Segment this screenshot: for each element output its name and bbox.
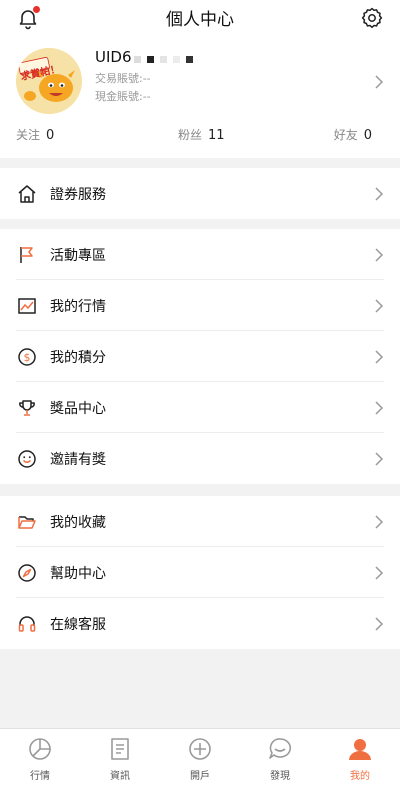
stat-value: 0 [46, 128, 55, 143]
stat-value: 0 [363, 128, 372, 143]
menu-item-my-quotes[interactable]: 我的行情 [0, 280, 400, 331]
user-id-text: UID6 [95, 48, 132, 66]
compass-icon [16, 562, 38, 584]
bottom-tab-bar: 行情 資訊 開戶 發現 我的 [0, 728, 400, 796]
menu-item-label: 活動專區 [50, 247, 106, 264]
tab-quotes[interactable]: 行情 [0, 729, 80, 796]
menu-item-my-points[interactable]: $ 我的積分 [0, 331, 400, 382]
document-icon [106, 735, 134, 763]
tab-label: 開戶 [190, 771, 210, 782]
securities-group: 證券服務 [0, 168, 400, 219]
menu-item-activities[interactable]: 活動專區 [0, 229, 400, 280]
stat-label: 好友 [333, 128, 358, 142]
gear-icon[interactable] [360, 6, 384, 30]
stat-friends[interactable]: 好友 0 [334, 126, 372, 143]
headset-icon [16, 613, 38, 635]
pie-chart-icon [26, 735, 54, 763]
dollar-coin-icon: $ [16, 346, 38, 368]
menu-item-label: 我的積分 [50, 349, 106, 366]
chevron-right-icon [374, 298, 384, 318]
tab-label: 發現 [270, 771, 290, 782]
chevron-right-icon [374, 616, 384, 636]
stat-label: 粉丝 [178, 128, 203, 142]
top-bar: 個人中心 [0, 0, 400, 36]
chevron-right-icon [374, 451, 384, 471]
svg-text:$: $ [24, 351, 31, 364]
plus-circle-icon [186, 735, 214, 763]
chevron-right-icon [374, 565, 384, 585]
flag-icon [16, 244, 38, 266]
menu-item-label: 邀請有獎 [50, 451, 106, 468]
menu-item-label: 在線客服 [50, 616, 106, 633]
menu-item-help-center[interactable]: 幫助中心 [0, 547, 400, 598]
menu-item-label: 證券服務 [50, 186, 106, 203]
menu-item-online-service[interactable]: 在線客服 [0, 598, 400, 649]
trade-account: 交易賬號:-- [95, 72, 151, 85]
menu-item-label: 幫助中心 [50, 565, 106, 582]
menu-item-label: 我的收藏 [50, 514, 106, 531]
avatar[interactable]: 求賞帕！ [16, 48, 82, 114]
chevron-right-icon[interactable] [374, 74, 384, 94]
menu-item-favorites[interactable]: 我的收藏 [0, 496, 400, 547]
tab-mine[interactable]: 我的 [320, 729, 400, 796]
uid-mask [133, 49, 199, 67]
menu-item-invite-rewards[interactable]: 邀請有獎 [0, 433, 400, 484]
menu-item-securities[interactable]: 證券服務 [0, 168, 400, 219]
stat-followers[interactable]: 粉丝 11 [178, 126, 225, 143]
tab-news[interactable]: 資訊 [80, 729, 160, 796]
stat-following[interactable]: 关注 0 [16, 126, 54, 143]
menu-item-label: 獎品中心 [50, 400, 106, 417]
tab-label: 我的 [350, 771, 370, 782]
trophy-icon [16, 397, 38, 419]
menu-item-prize-center[interactable]: 獎品中心 [0, 382, 400, 433]
chevron-right-icon [374, 514, 384, 534]
tab-label: 資訊 [110, 771, 130, 782]
stat-value: 11 [208, 128, 225, 143]
folder-icon [16, 511, 38, 533]
stat-label: 关注 [16, 128, 41, 142]
chat-bubble-icon [266, 735, 294, 763]
chevron-right-icon [374, 400, 384, 420]
person-icon [346, 735, 374, 763]
tab-discover[interactable]: 發現 [240, 729, 320, 796]
chevron-right-icon [374, 247, 384, 267]
user-id: UID6 [95, 48, 199, 67]
support-group: 我的收藏 幫助中心 在線客服 [0, 496, 400, 649]
page-title: 個人中心 [166, 10, 234, 30]
cash-account: 現金賬號:-- [95, 90, 151, 103]
smiley-icon [16, 448, 38, 470]
tab-label: 行情 [30, 771, 50, 782]
tab-open-account[interactable]: 開戶 [160, 729, 240, 796]
profile-card[interactable]: 求賞帕！ UID6 交易賬號:-- 現金賬號:-- 关注 0 粉丝 11 好友 0 [0, 36, 400, 158]
chevron-right-icon [374, 349, 384, 369]
house-icon [16, 183, 38, 205]
activities-group: 活動專區 我的行情 $ 我的積分 獎品中心 邀請有獎 [0, 229, 400, 484]
trend-chart-icon [16, 295, 38, 317]
menu-item-label: 我的行情 [50, 298, 106, 315]
social-stats: 关注 0 粉丝 11 好友 0 [0, 126, 400, 146]
chevron-right-icon [374, 186, 384, 206]
